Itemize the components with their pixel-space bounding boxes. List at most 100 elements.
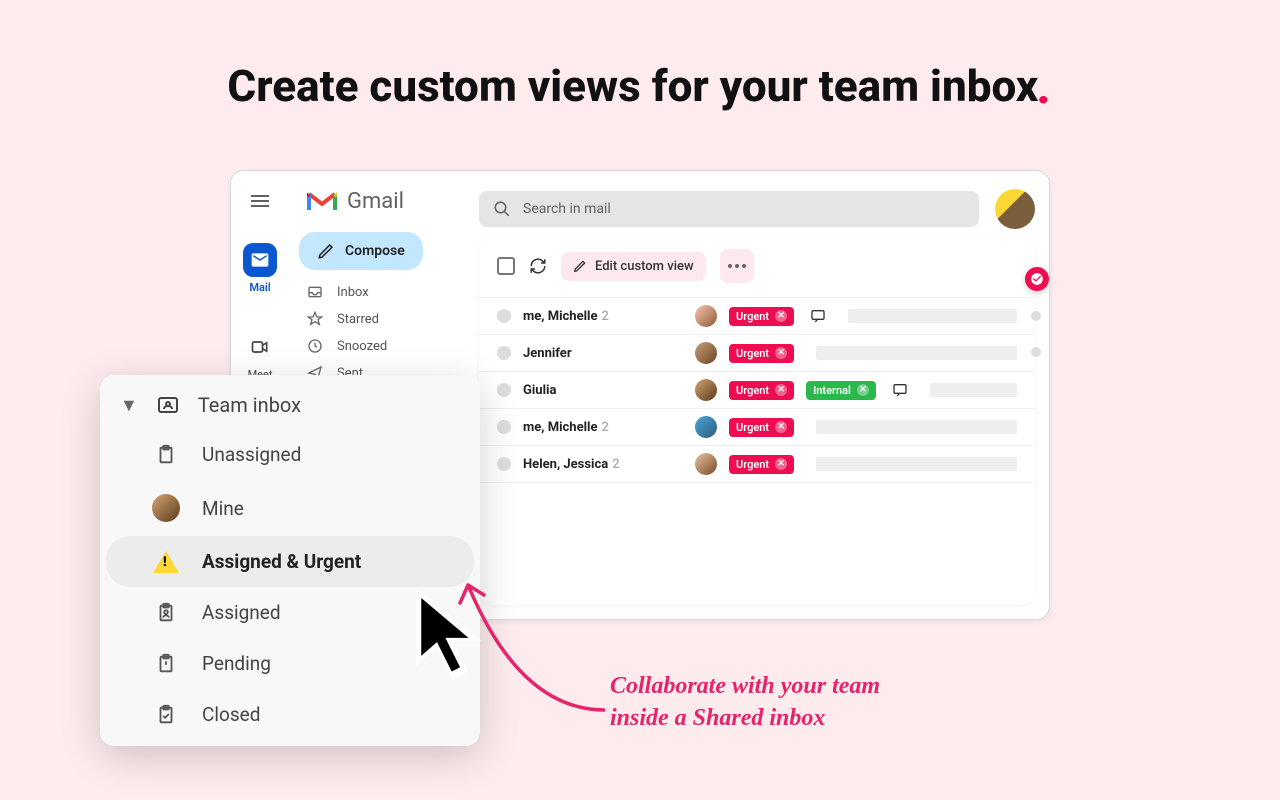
sender: Giulia [523,383,683,398]
page-headline: Create custom views for your team inbox. [227,60,1052,112]
clipboard-icon [152,444,180,466]
avatar-icon [152,494,180,522]
nav-snoozed[interactable]: Snoozed [307,338,479,354]
sender: Jennifer [523,346,683,361]
clipboard-alert-icon [152,653,180,675]
unread-dot [497,309,511,323]
assignee-avatar [695,416,717,438]
warning-icon [152,551,180,573]
popover-label: Mine [202,497,244,520]
assignee-avatar [695,379,717,401]
search-placeholder: Search in mail [523,201,611,217]
unread-dot [497,383,511,397]
popover-item-assigned-urgent[interactable]: Assigned & Urgent [106,536,474,587]
message-row[interactable]: me, Michelle2 Urgent✕ [479,298,1035,335]
refresh-icon[interactable] [529,257,547,275]
search-input[interactable]: Search in mail [479,191,979,227]
addon-badge[interactable] [1025,267,1049,291]
nav-list: Inbox Starred Snoozed Sent [289,284,479,381]
nav-inbox-label: Inbox [337,285,369,300]
user-avatar[interactable] [995,189,1035,229]
edit-custom-view-button[interactable]: Edit custom view [561,252,706,281]
preview-placeholder [816,346,1017,360]
preview-placeholder [816,420,1017,434]
annotation-text: Collaborate with your team inside a Shar… [610,670,880,735]
message-toolbar: Edit custom view [479,235,1035,298]
content-area: Edit custom view me, Michelle2 Urgent✕ J… [479,235,1035,605]
popover-label: Assigned [202,601,281,624]
preview-placeholder [816,457,1017,471]
message-row[interactable]: Helen, Jessica2 Urgent✕ [479,446,1035,483]
rail-meet[interactable]: Meet [243,330,277,381]
remove-tag-icon[interactable]: ✕ [775,310,787,322]
team-inbox-icon [156,393,180,417]
chevron-down-icon: ▼ [120,395,138,416]
tag-internal[interactable]: Internal✕ [806,381,876,400]
unread-dot [497,346,511,360]
sender: Helen, Jessica2 [523,457,683,472]
popover-label: Closed [202,703,260,726]
app-name: Gmail [347,189,404,214]
tag-urgent[interactable]: Urgent✕ [729,381,794,400]
nav-inbox[interactable]: Inbox [307,284,479,300]
popover-item-mine[interactable]: Mine [106,480,474,536]
team-inbox-popover: ▼ Team inbox Unassigned Mine Assigned & … [100,375,480,746]
remove-tag-icon[interactable]: ✕ [775,347,787,359]
sender: me, Michelle2 [523,309,683,324]
remove-tag-icon[interactable]: ✕ [857,384,869,396]
logo: Gmail [289,171,479,232]
inbox-icon [307,284,323,300]
tag-urgent[interactable]: Urgent✕ [729,455,794,474]
popover-label: Assigned & Urgent [202,550,361,573]
popover-label: Pending [202,652,271,675]
message-row[interactable]: Giulia Urgent✕ Internal✕ [479,372,1035,409]
nav-starred[interactable]: Starred [307,311,479,327]
select-all-checkbox[interactable] [497,257,515,275]
pencil-icon [317,242,335,260]
preview-placeholder [848,309,1017,323]
remove-tag-icon[interactable]: ✕ [775,384,787,396]
message-row[interactable]: me, Michelle2 Urgent✕ [479,409,1035,446]
preview-placeholder [930,383,1017,397]
message-row[interactable]: Jennifer Urgent✕ [479,335,1035,372]
remove-tag-icon[interactable]: ✕ [775,421,787,433]
unread-dot [497,420,511,434]
topbar: Search in mail [479,189,1035,229]
annotation-line1: Collaborate with your team [610,670,880,702]
side-dot [1031,347,1041,357]
popover-header[interactable]: ▼ Team inbox [100,381,480,429]
popover-item-closed[interactable]: Closed [106,689,474,740]
nav-starred-label: Starred [337,312,379,327]
popover-header-label: Team inbox [198,393,301,417]
clipboard-user-icon [152,602,180,624]
annotation-line2: inside a Shared inbox [610,702,880,734]
mail-icon [243,243,277,277]
more-button[interactable] [720,249,754,283]
popover-label: Unassigned [202,443,301,466]
edit-view-label: Edit custom view [595,259,694,274]
unread-dot [497,457,511,471]
sender: me, Michelle2 [523,420,683,435]
headline-text: Create custom views for your team inbox [227,60,1038,112]
popover-item-assigned[interactable]: Assigned [106,587,474,638]
tag-urgent[interactable]: Urgent✕ [729,307,794,326]
menu-button[interactable] [251,195,269,207]
popover-item-pending[interactable]: Pending [106,638,474,689]
compose-label: Compose [345,243,405,259]
compose-button[interactable]: Compose [299,232,423,270]
rail-mail-label: Mail [249,281,270,294]
pencil-icon [573,259,587,273]
tag-urgent[interactable]: Urgent✕ [729,344,794,363]
search-icon [493,200,511,218]
popover-item-unassigned[interactable]: Unassigned [106,429,474,480]
clipboard-check-icon [152,704,180,726]
meet-icon [243,330,277,364]
comment-icon [810,308,826,324]
remove-tag-icon[interactable]: ✕ [775,458,787,470]
comment-icon [892,382,908,398]
tag-urgent[interactable]: Urgent✕ [729,418,794,437]
gmail-logo-icon [307,190,337,214]
clock-icon [307,338,323,354]
rail-mail[interactable]: Mail [243,243,277,294]
assignee-avatar [695,305,717,327]
